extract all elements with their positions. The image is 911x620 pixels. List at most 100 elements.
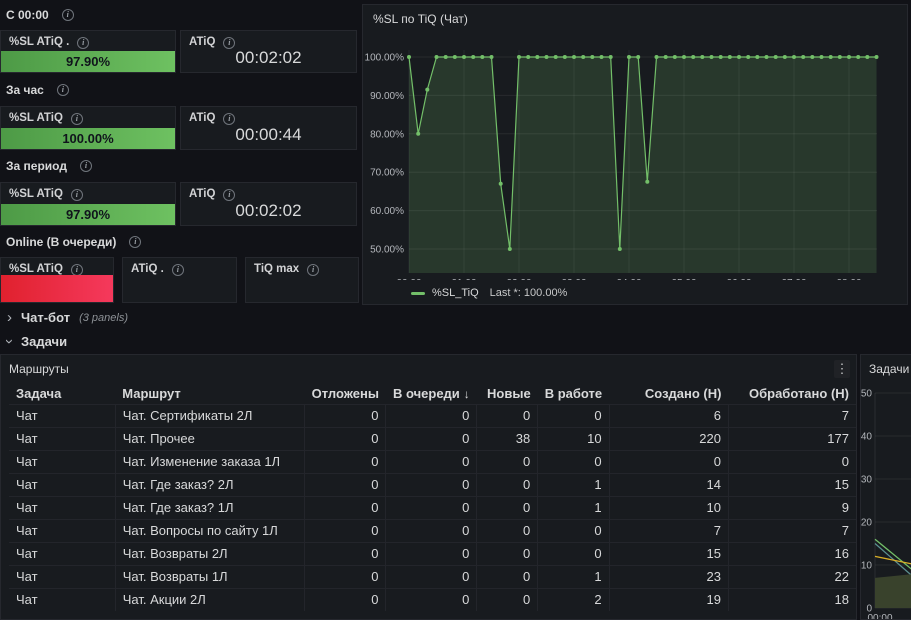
info-icon[interactable]: i <box>71 189 83 201</box>
legend-item[interactable]: %SL_TiQ Last *: 100.00% <box>411 287 567 299</box>
chevron-down-icon: › <box>2 339 17 344</box>
table-cell: 0 <box>386 404 477 427</box>
table-cell: Чат <box>9 496 115 519</box>
table-row[interactable]: ЧатЧат. Возвраты 1Л00012322 <box>9 565 856 588</box>
svg-text:50: 50 <box>861 389 872 400</box>
table-cell: Чат. Где заказ? 1Л <box>115 496 304 519</box>
info-icon[interactable]: i <box>71 113 83 125</box>
table-cell: Чат <box>9 450 115 473</box>
stat-panel-atiq-period: ATiQ i 00:02:02 <box>180 182 357 226</box>
column-header[interactable]: В очереди↓ <box>386 383 477 404</box>
section-header-from-midnight[interactable]: С 00:00 i <box>6 8 74 22</box>
info-icon[interactable]: i <box>307 264 319 276</box>
column-header[interactable]: Маршрут <box>115 383 304 404</box>
svg-text:30: 30 <box>861 475 872 486</box>
column-header[interactable]: Новые <box>477 383 538 404</box>
section-label: Online (В очереди) <box>6 235 116 249</box>
section-label: С 00:00 <box>6 8 49 22</box>
column-header[interactable]: Обработано (Н) <box>728 383 856 404</box>
table-cell: 0 <box>386 450 477 473</box>
bar-gauge-value: 100.00% <box>62 131 113 146</box>
stat-panel-tiq-max: TiQ max i <box>245 257 359 303</box>
table-cell: 10 <box>609 496 728 519</box>
tasks-panel: Задачи (Ча 5040302010000:00 <box>860 354 911 620</box>
info-icon[interactable]: i <box>172 264 184 276</box>
table-cell: Чат. Изменение заказа 1Л <box>115 450 304 473</box>
table-row[interactable]: ЧатЧат. Сертификаты 2Л000067 <box>9 404 856 427</box>
routes-panel: Маршруты ⋮ ЗадачаМаршрутОтложеныВ очеред… <box>0 354 857 620</box>
column-header[interactable]: Задача <box>9 383 115 404</box>
table-cell: 15 <box>728 473 856 496</box>
tasks-panel-title[interactable]: Задачи (Ча <box>869 362 911 376</box>
info-icon[interactable]: i <box>223 113 235 125</box>
svg-text:06:00: 06:00 <box>726 278 751 280</box>
table-cell: 0 <box>305 542 386 565</box>
info-icon[interactable]: i <box>71 264 83 276</box>
table-cell: Чат. Где заказ? 2Л <box>115 473 304 496</box>
section-header-online[interactable]: Online (В очереди) i <box>6 235 141 249</box>
info-icon[interactable]: i <box>57 84 69 96</box>
info-icon[interactable]: i <box>80 160 92 172</box>
table-cell: 0 <box>305 519 386 542</box>
column-header[interactable]: Создано (Н) <box>609 383 728 404</box>
table-cell: 7 <box>728 404 856 427</box>
stat-panel-title: ATiQ . <box>131 262 164 277</box>
section-header-hour[interactable]: За час i <box>6 83 69 97</box>
table-cell: 0 <box>305 496 386 519</box>
stat-panel-title: ATiQ <box>189 187 215 202</box>
column-header[interactable]: В работе <box>538 383 609 404</box>
table-cell: 0 <box>305 565 386 588</box>
table-row[interactable]: ЧатЧат. Вопросы по сайту 1Л000077 <box>9 519 856 542</box>
table-cell: Чат <box>9 588 115 611</box>
table-cell: 18 <box>728 588 856 611</box>
routes-panel-title[interactable]: Маршруты <box>9 362 69 376</box>
stat-value: 00:02:02 <box>181 48 356 68</box>
svg-text:80.00%: 80.00% <box>370 129 404 140</box>
table-cell: 9 <box>728 496 856 519</box>
section-header-period[interactable]: За период i <box>6 159 92 173</box>
table-row[interactable]: ЧатЧат. Изменение заказа 1Л000000 <box>9 450 856 473</box>
svg-text:10: 10 <box>861 561 872 572</box>
stat-panel-header: %SL ATiQ i <box>1 183 175 202</box>
table-cell: 1 <box>538 473 609 496</box>
table-row[interactable]: ЧатЧат. Где заказ? 2Л00011415 <box>9 473 856 496</box>
svg-text:50.00%: 50.00% <box>370 245 404 256</box>
table-cell: Чат. Сертификаты 2Л <box>115 404 304 427</box>
table-cell: 0 <box>477 473 538 496</box>
table-cell: 7 <box>609 519 728 542</box>
info-icon[interactable]: i <box>223 37 235 49</box>
bar-gauge-value: 97.90% <box>66 207 110 222</box>
table-cell: 1 <box>538 565 609 588</box>
svg-text:08:00: 08:00 <box>836 278 861 280</box>
bar-gauge-red <box>1 275 113 302</box>
table-cell: 23 <box>609 565 728 588</box>
info-icon[interactable]: i <box>77 37 89 49</box>
panel-menu-icon[interactable]: ⋮ <box>834 360 850 378</box>
table-row[interactable]: ЧатЧат. Возвраты 2Л00001516 <box>9 542 856 565</box>
info-icon[interactable]: i <box>129 236 141 248</box>
dashboard-row-zadachi[interactable]: › Задачи <box>0 330 911 352</box>
stat-panel-atiq-midnight: ATiQ i 00:02:02 <box>180 30 357 73</box>
table-cell: 0 <box>609 450 728 473</box>
stat-panel-sl-atiq-period: %SL ATiQ i 97.90% <box>0 182 176 226</box>
table-cell: 0 <box>386 588 477 611</box>
column-header[interactable]: Отложены <box>305 383 386 404</box>
svg-text:70.00%: 70.00% <box>370 168 404 179</box>
table-row[interactable]: ЧатЧат. Прочее003810220177 <box>9 427 856 450</box>
table-row[interactable]: ЧатЧат. Акции 2Л00021918 <box>9 588 856 611</box>
table-cell: 1 <box>538 496 609 519</box>
table-cell: Чат. Прочее <box>115 427 304 450</box>
stat-panel-header: ATiQ i <box>181 107 356 126</box>
table-row[interactable]: ЧатЧат. Где заказ? 1Л0001109 <box>9 496 856 519</box>
stat-panel-atiq-hour: ATiQ i 00:00:44 <box>180 106 357 150</box>
stat-panel-header: ATiQ . i <box>123 258 236 277</box>
table-cell: 177 <box>728 427 856 450</box>
info-icon[interactable]: i <box>62 9 74 21</box>
legend-swatch <box>411 292 425 295</box>
svg-text:04:00: 04:00 <box>616 278 641 280</box>
table-cell: 0 <box>386 473 477 496</box>
dashboard-row-chat-bot[interactable]: › Чат-бот (3 panels) <box>0 305 911 330</box>
table-cell: 0 <box>477 519 538 542</box>
info-icon[interactable]: i <box>223 189 235 201</box>
table-cell: 16 <box>728 542 856 565</box>
